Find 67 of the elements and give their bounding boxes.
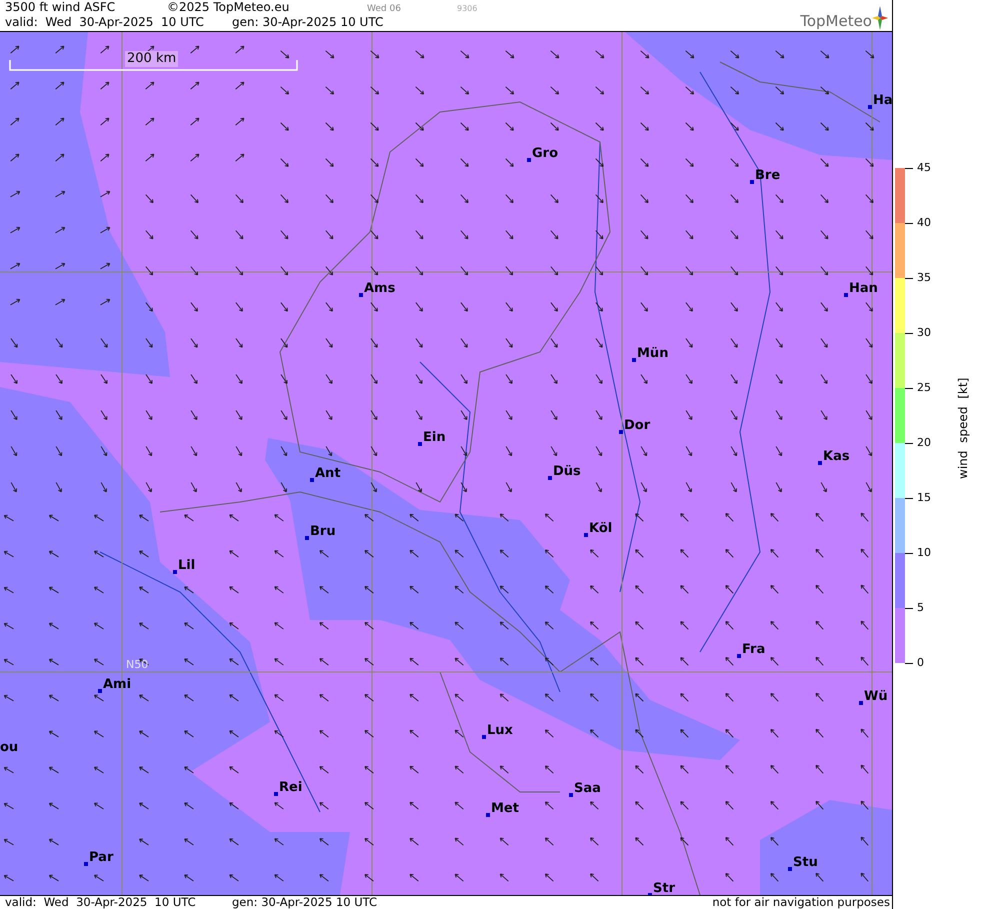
city-marker xyxy=(619,430,623,434)
day-label: Wed 06 xyxy=(367,3,402,16)
disclaimer-text: not for air navigation purposes xyxy=(712,896,890,909)
generated-time: gen: 30-Apr-2025 10 UTC xyxy=(232,896,378,909)
city-marker xyxy=(584,533,588,537)
city-marker xyxy=(359,293,363,297)
city-label: Ha xyxy=(873,93,892,108)
city-marker xyxy=(737,654,741,658)
city-marker xyxy=(632,358,636,362)
city-marker xyxy=(548,476,552,480)
valid-time: valid: Wed 30-Apr-2025 10 UTC xyxy=(5,896,197,909)
city-marker xyxy=(527,158,531,162)
scale-tick-label: 15 xyxy=(917,492,931,504)
city-label: Köl xyxy=(589,521,612,536)
legend-title: wind speed [kt] xyxy=(956,379,970,479)
scale-tick-label: 30 xyxy=(917,327,931,339)
city-label: Mün xyxy=(637,346,668,361)
scale-tick-label: 20 xyxy=(917,437,931,449)
latitude-label: N50 xyxy=(126,659,148,671)
scale-tick-label: 5 xyxy=(917,602,924,614)
city-label: Rei xyxy=(279,780,302,795)
city-label: Bru xyxy=(310,524,336,539)
city-label: Gro xyxy=(532,146,558,161)
city-marker xyxy=(868,105,872,109)
valid-time: valid: Wed 30-Apr-2025 10 UTC xyxy=(5,15,205,30)
city-label: Stu xyxy=(793,855,818,870)
city-label: Par xyxy=(89,850,114,865)
copyright-text: ©2025 TopMeteo.eu xyxy=(167,0,290,15)
city-label: Met xyxy=(491,801,519,816)
scale-label: 200 km xyxy=(125,51,178,67)
city-marker xyxy=(305,536,309,540)
code-label: 9306 xyxy=(457,3,478,15)
city-marker xyxy=(418,442,422,446)
generated-time: gen: 30-Apr-2025 10 UTC xyxy=(232,15,384,30)
city-marker xyxy=(844,293,848,297)
city-marker xyxy=(859,701,863,705)
city-marker xyxy=(750,180,754,184)
city-label: Düs xyxy=(553,464,581,479)
scale-tick-label: 10 xyxy=(917,547,931,559)
city-marker xyxy=(569,793,573,797)
city-label: Ein xyxy=(423,430,446,445)
scale-tick-label: 35 xyxy=(917,272,931,284)
city-marker xyxy=(818,461,822,465)
city-marker xyxy=(98,689,102,693)
scale-tick-label: 45 xyxy=(917,162,931,174)
city-label: ou xyxy=(0,740,18,755)
city-label: Lil xyxy=(178,558,196,573)
city-marker xyxy=(310,478,314,482)
city-label: Fra xyxy=(742,642,766,657)
city-marker xyxy=(173,570,177,574)
city-marker xyxy=(486,813,490,817)
city-marker xyxy=(274,792,278,796)
city-marker xyxy=(482,735,486,739)
logo-text: TopMeteo xyxy=(800,12,872,30)
city-label: Dor xyxy=(624,418,650,433)
city-marker xyxy=(788,867,792,871)
city-label: Saa xyxy=(574,781,601,796)
scale-tick-label: 0 xyxy=(917,657,924,669)
chart-title: 3500 ft wind ASFC xyxy=(5,0,116,15)
city-marker xyxy=(84,862,88,866)
city-label: Lux xyxy=(487,723,513,738)
scale-tick-label: 40 xyxy=(917,217,931,229)
city-label: Kas xyxy=(823,449,850,464)
compass-star-icon xyxy=(872,6,888,30)
city-label: Str xyxy=(653,881,675,895)
scale-tick-label: 25 xyxy=(917,382,931,394)
city-label: Ant xyxy=(315,466,341,481)
